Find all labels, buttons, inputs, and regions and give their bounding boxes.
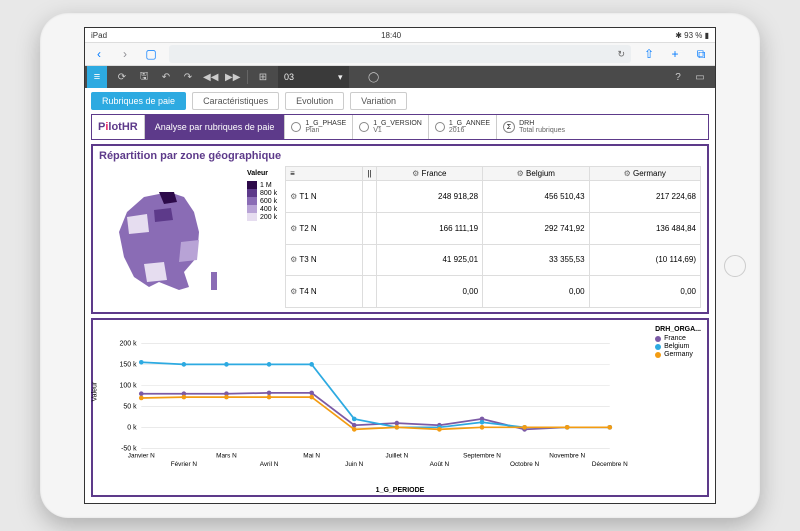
map-legend: Valeur 1 M800 k600 k400 k200 k (247, 166, 277, 308)
browser-toolbar: ‹ › ▢ ↻ ⇧ + ⧉ (85, 42, 715, 66)
reload-icon[interactable]: ↻ (617, 49, 625, 60)
tab-0[interactable]: Rubriques de paie (91, 92, 186, 110)
sigma-icon: Σ (503, 121, 515, 133)
carrier-label: iPad (91, 31, 107, 40)
home-button[interactable] (724, 255, 746, 277)
address-bar[interactable]: ↻ (169, 45, 631, 63)
svg-text:200 k: 200 k (120, 341, 138, 348)
legend-item-4: 200 k (247, 213, 277, 221)
tab-3[interactable]: Variation (350, 92, 407, 110)
svg-text:Juillet N: Juillet N (385, 453, 408, 460)
new-tab-button[interactable]: + (667, 46, 683, 62)
france-map-svg (99, 166, 239, 308)
table-row[interactable]: ⚙ T3 N41 925,0133 355,53(10 114,69) (286, 244, 701, 276)
hamburger-button[interactable]: ≡ (87, 66, 107, 88)
legend-item-1: 800 k (247, 189, 277, 197)
refresh-icon[interactable]: ⟳ (115, 72, 129, 83)
svg-text:100 k: 100 k (120, 383, 138, 390)
geo-panel: Répartition par zone géographique (91, 144, 709, 314)
chart-y-label: Valeur (92, 381, 99, 401)
svg-text:Octobre N: Octobre N (510, 461, 540, 468)
svg-text:Juin N: Juin N (345, 461, 363, 468)
ring-icon (359, 122, 369, 132)
help-icon[interactable]: ? (671, 72, 685, 83)
table-row[interactable]: ⚙ T2 N166 111,19292 741,92136 484,84 (286, 212, 701, 244)
battery-label: ✱ 93 % ▮ (675, 31, 709, 40)
legend-title: Valeur (247, 170, 277, 177)
svg-text:Août N: Août N (430, 461, 450, 468)
legend-item-0: 1 M (247, 181, 277, 189)
svg-text:Septembre N: Septembre N (463, 453, 501, 460)
filter-3[interactable]: ΣDRHTotal rubriques (496, 115, 571, 139)
comment-icon[interactable]: ▭ (693, 72, 707, 83)
chart-legend-item-1: Belgium (655, 343, 701, 350)
view-tabs: Rubriques de paie Caractéristiques Evoluti… (85, 88, 715, 114)
rewind-icon[interactable]: ◀◀ (203, 72, 217, 83)
screen: iPad 18:40 ✱ 93 % ▮ ‹ › ▢ ↻ ⇧ + ⧉ ≡ ⟳ 🖫 … (84, 27, 716, 504)
forward-button[interactable]: › (117, 46, 133, 62)
svg-text:Avril N: Avril N (260, 461, 279, 468)
ipad-frame: iPad 18:40 ✱ 93 % ▮ ‹ › ▢ ↻ ⇧ + ⧉ ≡ ⟳ 🖫 … (40, 13, 760, 518)
chart-legend-item-2: Germany (655, 351, 701, 358)
svg-text:Février N: Février N (171, 461, 198, 468)
table-col-1[interactable]: ⚙ Belgium (483, 167, 590, 181)
svg-text:50 k: 50 k (123, 404, 137, 411)
svg-text:0 k: 0 k (127, 425, 137, 432)
filter-0[interactable]: 1_G_PHASEPlan (284, 115, 352, 139)
app-logo: PilotHR (92, 115, 145, 139)
svg-text:-50 k: -50 k (121, 446, 137, 453)
redo-icon[interactable]: ↷ (181, 72, 195, 83)
table-col-2[interactable]: ⚙ Germany (589, 167, 700, 181)
svg-text:Mai N: Mai N (303, 453, 320, 460)
chevron-down-icon: ▾ (338, 72, 343, 83)
save-icon[interactable]: 🖫 (137, 69, 151, 86)
toolbar-separator (247, 70, 248, 84)
chart-legend-title: DRH_ORGA... (655, 326, 701, 333)
ring-icon (435, 122, 445, 132)
svg-text:150 k: 150 k (120, 362, 138, 369)
grid-icon[interactable]: ⊞ (256, 72, 270, 83)
filter-1[interactable]: 1_G_VERSIONV1 (352, 115, 428, 139)
chart-legend: DRH_ORGA... FranceBelgiumGermany (655, 326, 701, 359)
legend-item-2: 600 k (247, 197, 277, 205)
svg-text:Mars N: Mars N (216, 453, 237, 460)
bookmarks-button[interactable]: ▢ (143, 46, 159, 62)
filter-2[interactable]: 1_G_ANNEE2016 (428, 115, 496, 139)
page-dropdown-value: 03 (284, 72, 294, 82)
svg-text:Décembre N: Décembre N (592, 461, 628, 468)
tab-1[interactable]: Caractéristiques (192, 92, 279, 110)
map-chart[interactable] (99, 166, 239, 308)
clock-label: 18:40 (381, 31, 401, 40)
trend-panel: Valeur -50 k 0 k 50 k 100 k 150 k 200 k Janvie… (91, 318, 709, 497)
geo-panel-title: Répartition par zone géographique (99, 150, 701, 162)
chart-legend-item-0: France (655, 335, 701, 342)
table-corner: ≡ (286, 167, 363, 181)
user-icon[interactable]: ◯ (367, 72, 381, 83)
svg-text:Novembre N: Novembre N (549, 453, 585, 460)
tabs-button[interactable]: ⧉ (693, 46, 709, 62)
table-row[interactable]: ⚙ T1 N248 918,28456 510,43217 224,68 (286, 181, 701, 213)
forward-step-icon[interactable]: ▶▶ (225, 72, 239, 83)
page-title: Analyse par rubriques de paie (145, 115, 285, 139)
legend-item-3: 400 k (247, 205, 277, 213)
svg-text:Janvier N: Janvier N (128, 453, 155, 460)
back-button[interactable]: ‹ (91, 46, 107, 62)
filter-bar: PilotHR Analyse par rubriques de paie 1_… (91, 114, 709, 140)
table-pause-col: || (363, 167, 376, 181)
share-button[interactable]: ⇧ (641, 46, 657, 62)
tab-2[interactable]: Evolution (285, 92, 344, 110)
undo-icon[interactable]: ↶ (159, 72, 173, 83)
chart-x-label: 1_G_PERIODE (376, 487, 425, 494)
table-row[interactable]: ⚙ T4 N0,000,000,00 (286, 276, 701, 308)
ring-icon (291, 122, 301, 132)
line-chart[interactable]: -50 k 0 k 50 k 100 k 150 k 200 k Janvier N Févr… (97, 324, 703, 491)
app-toolbar: ≡ ⟳ 🖫 ↶ ↷ ◀◀ ▶▶ ⊞ 03 ▾ ◯ ? ▭ (85, 66, 715, 88)
table-col-0[interactable]: ⚙ France (376, 167, 483, 181)
page-dropdown[interactable]: 03 ▾ (278, 66, 349, 88)
data-table[interactable]: ≡||⚙ France⚙ Belgium⚙ Germany ⚙ T1 N248 … (285, 166, 701, 308)
ios-status-bar: iPad 18:40 ✱ 93 % ▮ (85, 28, 715, 42)
